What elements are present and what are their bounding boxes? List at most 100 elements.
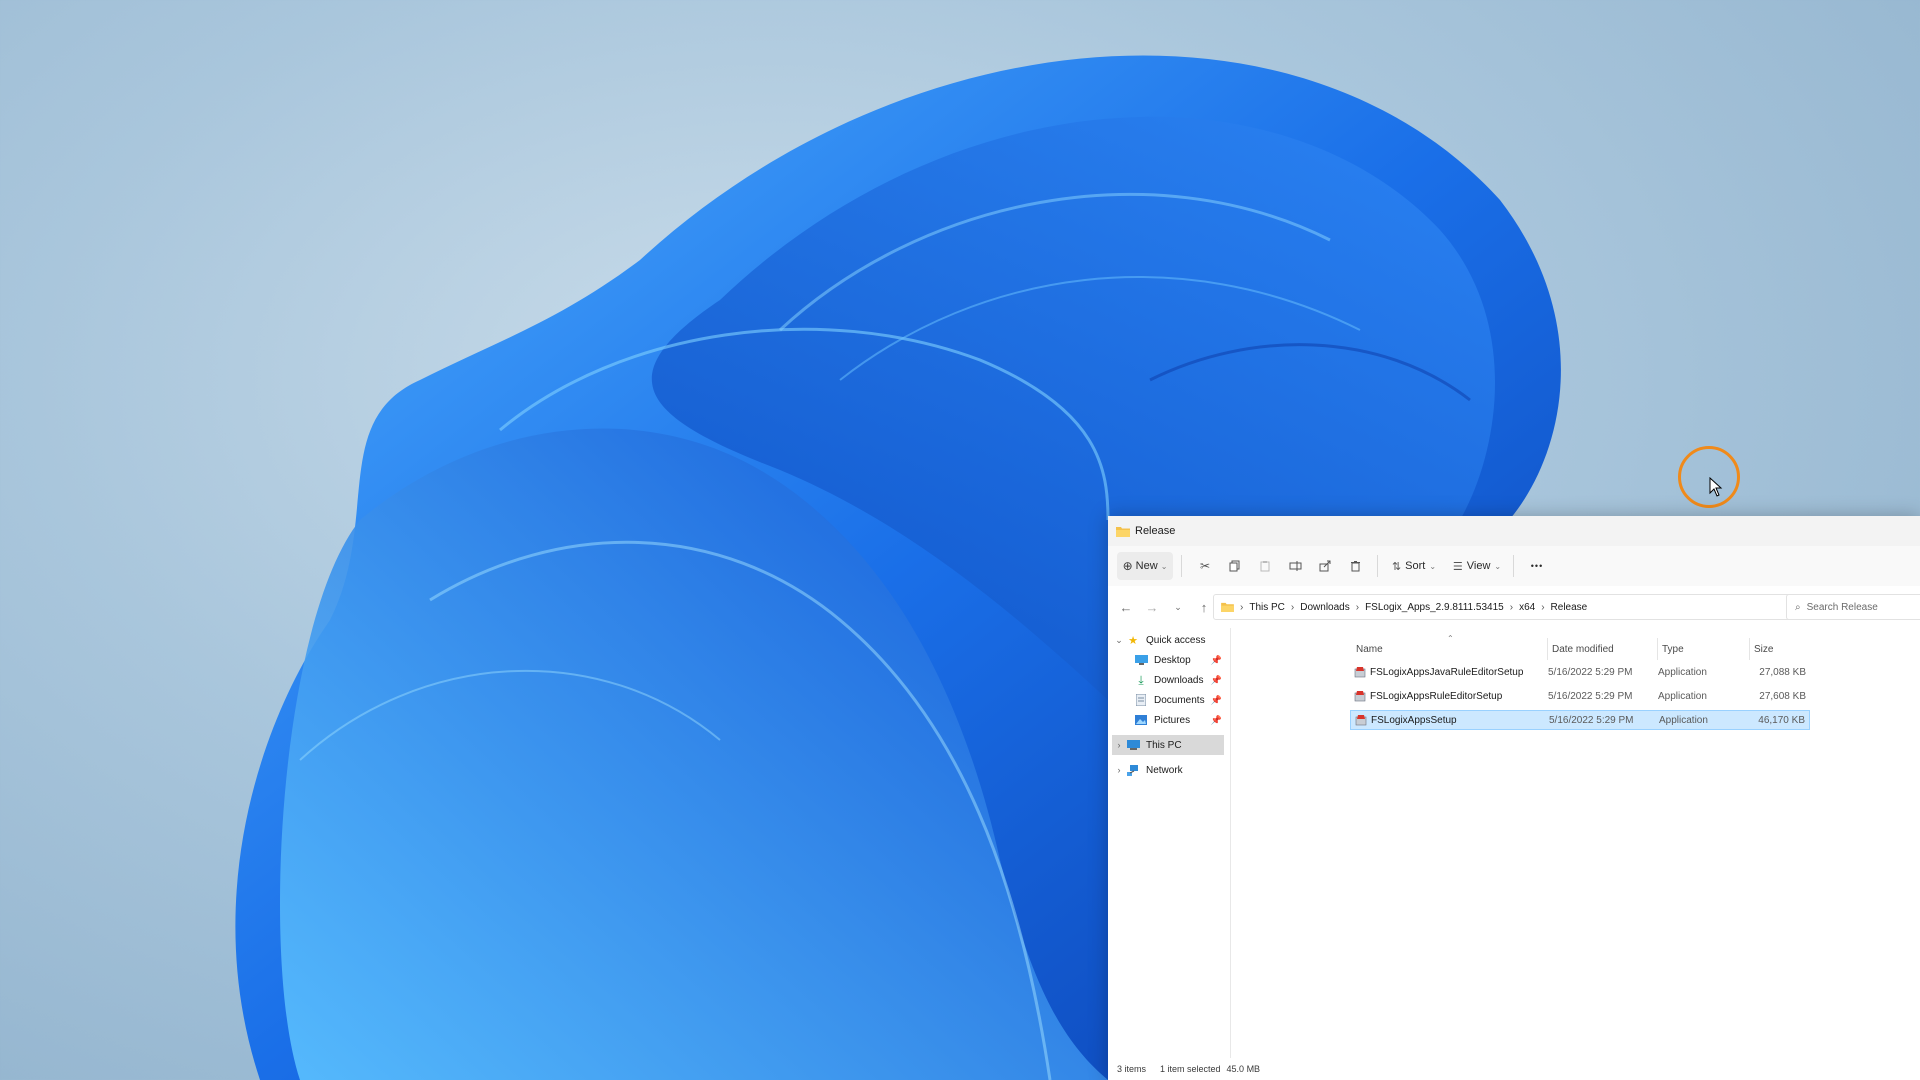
navigation-pane: ⌄ ★ Quick access Desktop 📌 ⤓ Downloads 📌…: [1108, 628, 1231, 1058]
nav-label: Documents: [1154, 694, 1205, 706]
arrow-right-icon: →: [1145, 599, 1159, 615]
breadcrumb-chevron-icon: ›: [1290, 601, 1295, 613]
status-selection-size: 45.0 MB: [1226, 1064, 1261, 1074]
breadcrumb-this-pc[interactable]: This PC: [1249, 602, 1285, 613]
file-size: 27,088 KB: [1759, 666, 1806, 678]
file-row[interactable]: FSLogixAppsRuleEditorSetup 5/16/2022 5:2…: [1350, 686, 1810, 706]
sort-arrows-icon: ⇅: [1391, 560, 1402, 573]
pin-icon: 📌: [1210, 694, 1222, 705]
file-date: 5/16/2022 5:29 PM: [1549, 714, 1634, 726]
network-icon: [1126, 764, 1140, 776]
status-selection: 1 item selected: [1160, 1064, 1221, 1074]
column-header-name[interactable]: Name: [1356, 638, 1552, 660]
folder-icon: [1116, 526, 1130, 537]
column-label: Name: [1356, 643, 1383, 655]
nav-item-desktop[interactable]: Desktop 📌: [1134, 650, 1226, 670]
file-explorer-window[interactable]: Release ⊕ New ⌄ ✂ ⇅ Sort ⌄ ☰ View ⌄ ••• …: [1108, 516, 1920, 1080]
view-list-icon: ☰: [1452, 560, 1463, 573]
pin-icon: 📌: [1210, 674, 1222, 685]
document-icon: [1134, 694, 1148, 706]
chevron-down-icon: ⌄: [1429, 561, 1437, 571]
more-options-button[interactable]: •••: [1522, 552, 1552, 580]
cut-button[interactable]: ✂: [1191, 552, 1219, 580]
breadcrumb-fslogix-apps[interactable]: FSLogix_Apps_2.9.8111.53415: [1365, 602, 1504, 613]
file-type: Application: [1659, 714, 1708, 726]
view-button-label: View: [1466, 560, 1491, 572]
download-icon: ⤓: [1138, 672, 1144, 687]
nav-label: Network: [1146, 764, 1183, 776]
toolbar-divider: [1181, 555, 1182, 577]
toolbar-divider: [1513, 555, 1514, 577]
file-date: 5/16/2022 5:29 PM: [1548, 666, 1633, 678]
copy-icon: [1229, 560, 1240, 572]
pin-icon: 📌: [1210, 714, 1222, 725]
arrow-up-icon: ↑: [1200, 599, 1208, 615]
column-header-size[interactable]: Size: [1749, 638, 1811, 660]
address-bar[interactable]: › This PC › Downloads › FSLogix_Apps_2.9…: [1213, 594, 1855, 620]
toolbar-divider: [1377, 555, 1378, 577]
chevron-down-icon: ⌄: [1494, 561, 1502, 571]
folder-icon: [1221, 602, 1234, 612]
sort-button-label: Sort: [1405, 560, 1426, 572]
nav-item-downloads[interactable]: ⤓ Downloads 📌: [1134, 670, 1226, 690]
delete-button[interactable]: [1341, 552, 1369, 580]
chevron-down-icon: ⌄: [1174, 601, 1182, 612]
nav-item-pictures[interactable]: Pictures 📌: [1134, 710, 1226, 730]
rename-button[interactable]: [1281, 552, 1309, 580]
column-label: Date modified: [1552, 643, 1614, 655]
new-button-label: New: [1135, 560, 1158, 572]
paste-button[interactable]: [1251, 552, 1279, 580]
status-bar: 3 items 1 item selected 45.0 MB: [1108, 1058, 1920, 1080]
title-bar[interactable]: Release: [1108, 516, 1920, 546]
nav-item-quick-access[interactable]: ⌄ ★ Quick access: [1112, 630, 1224, 650]
window-title: Release: [1135, 525, 1176, 537]
ellipsis-icon: •••: [1530, 561, 1544, 571]
search-placeholder: Search Release: [1806, 601, 1878, 613]
file-name: FSLogixAppsSetup: [1371, 714, 1457, 726]
file-row-selected[interactable]: FSLogixAppsSetup 5/16/2022 5:29 PM Appli…: [1350, 710, 1810, 730]
command-bar: ⊕ New ⌄ ✂ ⇅ Sort ⌄ ☰ View ⌄ •••: [1108, 546, 1920, 586]
nav-item-this-pc[interactable]: › This PC: [1112, 735, 1224, 755]
nav-label: Pictures: [1154, 714, 1191, 726]
breadcrumb-chevron-icon: ›: [1509, 601, 1514, 613]
nav-label: Downloads: [1154, 674, 1204, 686]
breadcrumb-chevron-icon: ›: [1240, 601, 1244, 613]
share-button[interactable]: [1311, 552, 1339, 580]
file-type: Application: [1658, 690, 1707, 702]
file-size: 46,170 KB: [1758, 714, 1805, 726]
sort-button[interactable]: ⇅ Sort ⌄: [1387, 552, 1441, 580]
address-row: ← → ⌄ ↑ › This PC › Downloads › FSLogix_…: [1108, 586, 1920, 628]
installer-app-icon: [1355, 715, 1367, 726]
desktop-icon: [1134, 654, 1148, 666]
nav-item-documents[interactable]: Documents 📌: [1134, 690, 1226, 710]
pictures-icon: [1134, 714, 1148, 726]
file-row[interactable]: FSLogixAppsJavaRuleEditorSetup 5/16/2022…: [1350, 662, 1810, 682]
copy-button[interactable]: [1221, 552, 1249, 580]
computer-icon: [1126, 739, 1140, 751]
breadcrumb-downloads[interactable]: Downloads: [1300, 602, 1349, 613]
trash-icon: [1350, 561, 1360, 572]
file-name: FSLogixAppsJavaRuleEditorSetup: [1370, 666, 1524, 678]
arrow-left-icon: ←: [1119, 599, 1133, 615]
pin-icon: 📌: [1210, 654, 1222, 665]
share-icon: [1319, 560, 1331, 572]
new-button[interactable]: ⊕ New ⌄: [1117, 552, 1173, 580]
back-button[interactable]: ←: [1114, 595, 1138, 619]
breadcrumb-chevron-icon: ›: [1541, 601, 1545, 613]
column-label: Type: [1662, 643, 1684, 655]
nav-item-network[interactable]: › Network: [1112, 760, 1224, 780]
column-header-date-modified[interactable]: Date modified: [1547, 638, 1657, 660]
column-header-type[interactable]: Type: [1657, 638, 1749, 660]
file-name: FSLogixAppsRuleEditorSetup: [1370, 690, 1503, 702]
breadcrumb-release[interactable]: Release: [1551, 602, 1588, 613]
breadcrumb-x64[interactable]: x64: [1519, 602, 1535, 613]
view-button[interactable]: ☰ View ⌄: [1449, 552, 1505, 580]
recent-locations-button[interactable]: ⌄: [1166, 595, 1190, 619]
search-input[interactable]: ⌕ Search Release: [1786, 594, 1920, 620]
nav-label: Quick access: [1146, 634, 1206, 646]
breadcrumb-chevron-icon: ›: [1355, 601, 1360, 613]
chevron-down-icon: ⌄: [1160, 561, 1168, 571]
nav-label: Desktop: [1154, 654, 1191, 666]
mouse-cursor-icon: [1709, 477, 1723, 497]
forward-button[interactable]: →: [1140, 595, 1164, 619]
